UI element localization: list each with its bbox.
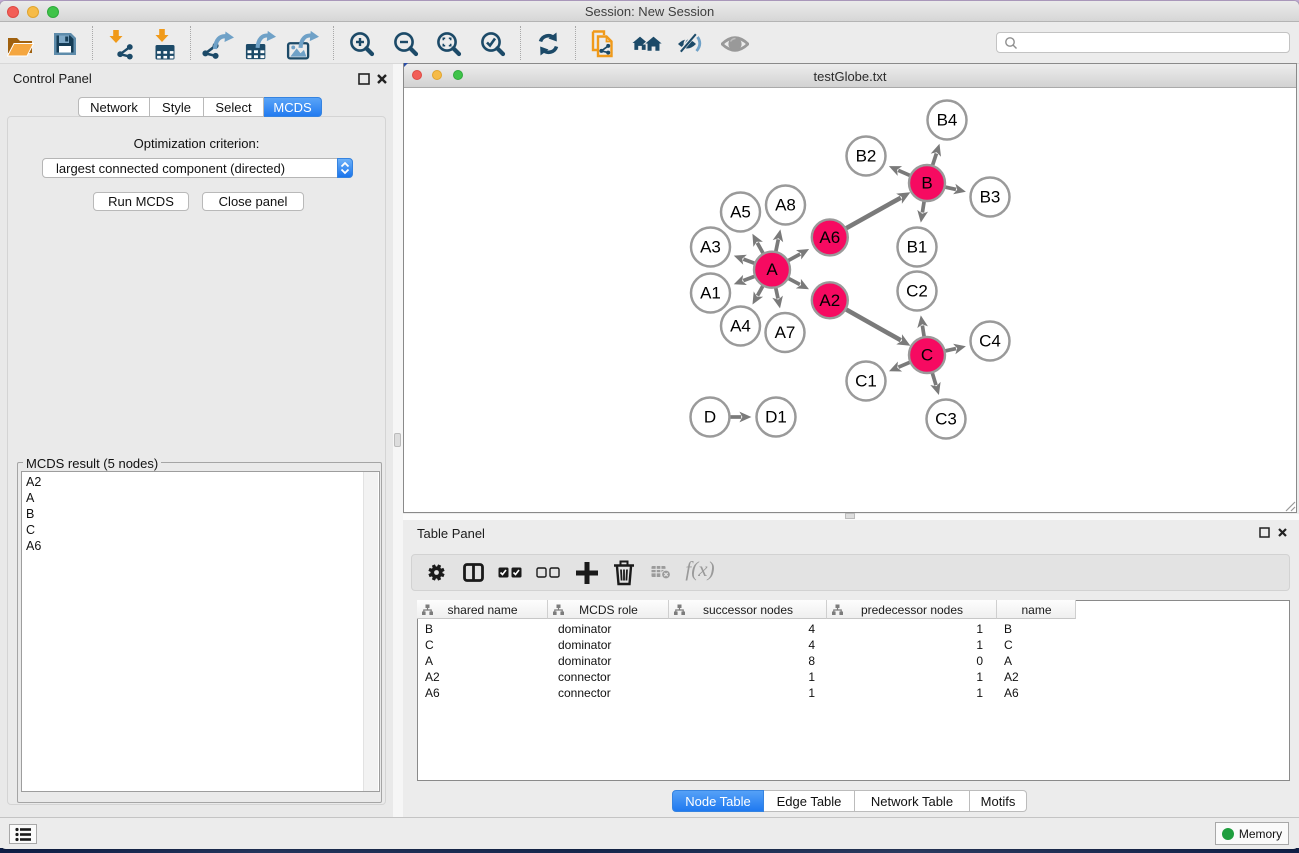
svg-text:A4: A4 bbox=[730, 317, 751, 336]
svg-text:A3: A3 bbox=[700, 238, 721, 257]
svg-text:C3: C3 bbox=[935, 410, 957, 429]
svg-text:A: A bbox=[766, 260, 778, 279]
svg-text:D: D bbox=[704, 408, 716, 427]
svg-text:A1: A1 bbox=[700, 284, 721, 303]
svg-text:A8: A8 bbox=[775, 196, 796, 215]
svg-text:B: B bbox=[921, 174, 932, 193]
svg-text:A2: A2 bbox=[819, 291, 840, 310]
svg-text:B2: B2 bbox=[856, 147, 877, 166]
svg-text:C: C bbox=[921, 346, 933, 365]
svg-text:B1: B1 bbox=[907, 238, 928, 257]
svg-text:B3: B3 bbox=[980, 188, 1001, 207]
svg-text:C1: C1 bbox=[855, 372, 877, 391]
svg-text:A7: A7 bbox=[775, 323, 796, 342]
svg-text:D1: D1 bbox=[765, 408, 787, 427]
svg-text:C2: C2 bbox=[906, 282, 928, 301]
svg-text:A5: A5 bbox=[730, 203, 751, 222]
svg-text:B4: B4 bbox=[937, 111, 958, 130]
svg-text:C4: C4 bbox=[979, 332, 1001, 351]
svg-text:A6: A6 bbox=[819, 228, 840, 247]
